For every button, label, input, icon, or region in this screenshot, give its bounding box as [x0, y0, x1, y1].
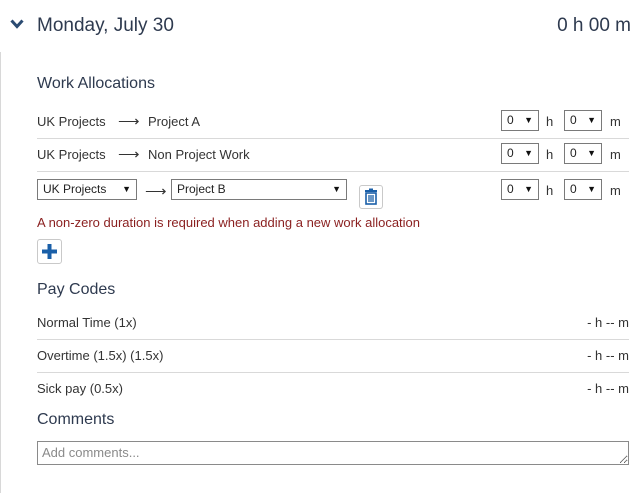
allocation-category: UK Projects — [37, 114, 106, 129]
hours-select[interactable]: 0 ▼ — [501, 179, 539, 200]
hours-select[interactable]: 0 ▼ — [501, 110, 539, 131]
hours-unit: h — [546, 183, 554, 198]
day-title: Monday, July 30 — [37, 15, 174, 36]
minutes-unit: m — [610, 114, 621, 129]
arrow-icon: ⟶ — [118, 113, 140, 130]
pay-code-duration: - h -- m — [587, 315, 629, 330]
minutes-select[interactable]: 0 ▼ — [564, 143, 602, 164]
trash-icon — [365, 188, 377, 205]
plus-icon — [42, 244, 57, 259]
add-allocation-button[interactable] — [37, 239, 62, 264]
comments-title: Comments — [37, 411, 115, 428]
work-allocations-title: Work Allocations — [37, 75, 155, 92]
minutes-select[interactable]: 0 ▼ — [564, 110, 602, 131]
caret-down-icon: ▼ — [587, 115, 596, 125]
pay-code-row: Sick pay (0.5x) - h -- m — [37, 372, 629, 405]
arrow-icon: ⟶ — [118, 146, 140, 163]
allocation-project: Non Project Work — [148, 147, 250, 162]
minutes-unit: m — [610, 183, 621, 198]
minutes-unit: m — [610, 147, 621, 162]
day-total-duration: 0 h 00 m — [557, 15, 631, 36]
delete-allocation-button[interactable] — [359, 185, 383, 209]
pay-code-duration: - h -- m — [587, 381, 629, 396]
panel-border — [0, 52, 1, 493]
hours-unit: h — [546, 147, 554, 162]
pay-code-name: Overtime (1.5x) (1.5x) — [37, 348, 164, 363]
pay-codes-title: Pay Codes — [37, 281, 116, 298]
new-allocation-row: UK Projects ▼ ⟶ Project B ▼ 0 ▼ h 0 ▼ m — [37, 175, 629, 211]
pay-code-duration: - h -- m — [587, 348, 629, 363]
caret-down-icon: ▼ — [122, 184, 131, 194]
validation-error: A non-zero duration is required when add… — [37, 215, 421, 230]
caret-down-icon: ▼ — [587, 184, 596, 194]
caret-down-icon: ▼ — [587, 148, 596, 158]
caret-down-icon: ▼ — [524, 148, 533, 158]
pay-code-row: Overtime (1.5x) (1.5x) - h -- m — [37, 339, 629, 373]
allocation-category: UK Projects — [37, 147, 106, 162]
arrow-icon: ⟶ — [145, 183, 167, 200]
comments-input[interactable] — [37, 441, 629, 465]
hours-select[interactable]: 0 ▼ — [501, 143, 539, 164]
pay-code-row: Normal Time (1x) - h -- m — [37, 306, 629, 340]
minutes-select[interactable]: 0 ▼ — [564, 179, 602, 200]
category-select[interactable]: UK Projects ▼ — [37, 179, 137, 200]
allocation-row: UK Projects ⟶ Non Project Work 0 ▼ h 0 ▼ m — [37, 139, 629, 172]
day-panel: Monday, July 30 0 h 00 m Work Allocation… — [0, 0, 639, 493]
allocation-project: Project A — [148, 114, 201, 129]
caret-down-icon: ▼ — [524, 115, 533, 125]
day-header[interactable]: Monday, July 30 0 h 00 m — [0, 0, 639, 55]
hours-unit: h — [546, 114, 554, 129]
pay-code-name: Normal Time (1x) — [37, 315, 137, 330]
chevron-down-icon[interactable] — [10, 18, 24, 30]
project-select[interactable]: Project B ▼ — [171, 179, 347, 200]
allocation-row: UK Projects ⟶ Project A 0 ▼ h 0 ▼ m — [37, 106, 629, 139]
caret-down-icon: ▼ — [332, 184, 341, 194]
caret-down-icon: ▼ — [524, 184, 533, 194]
pay-code-name: Sick pay (0.5x) — [37, 381, 123, 396]
